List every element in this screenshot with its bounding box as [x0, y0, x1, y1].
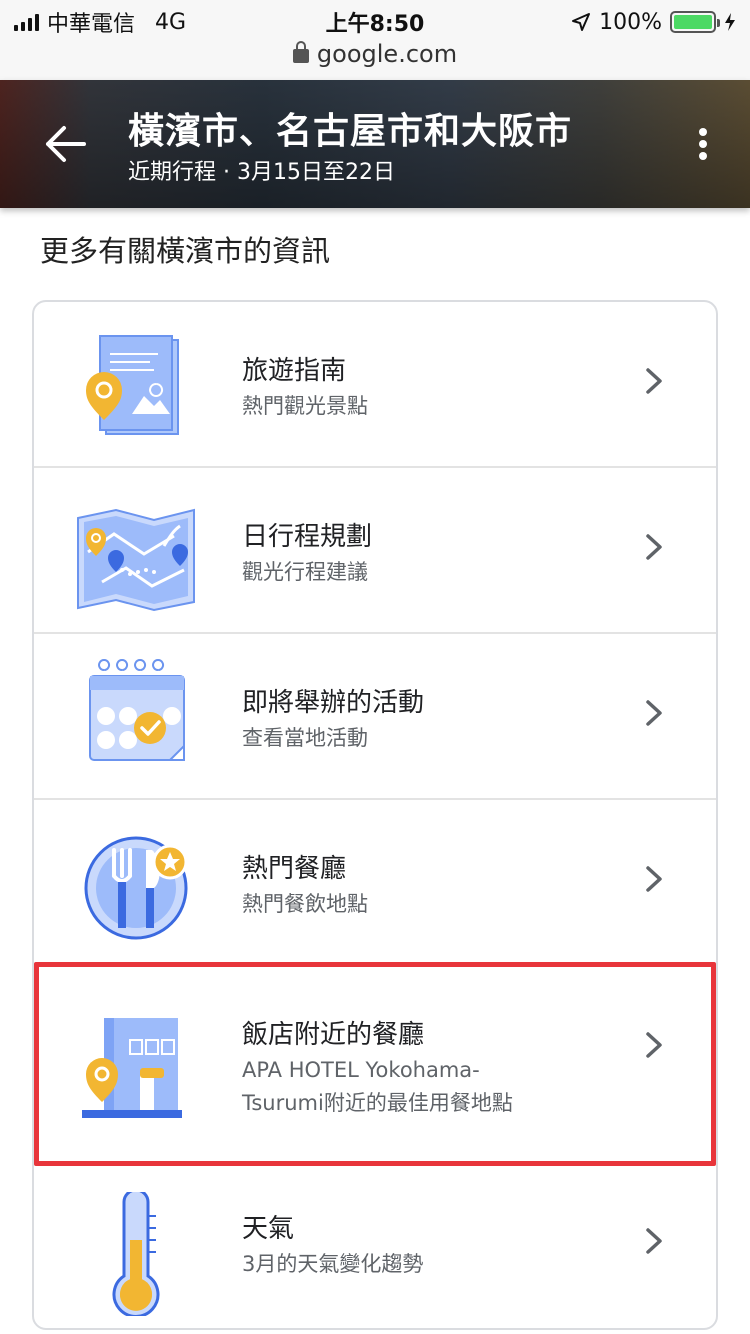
- lock-icon: [292, 41, 309, 63]
- map-icon: [77, 508, 195, 612]
- list-item-day-plans[interactable]: 日行程規劃 觀光行程建議: [34, 468, 716, 634]
- item-title: 即將舉辦的活動: [242, 688, 425, 718]
- item-title: 飯店附近的餐廳: [242, 1020, 425, 1050]
- item-subtitle: 熱門餐飲地點: [242, 892, 368, 916]
- chevron-right-icon: [646, 866, 662, 892]
- travel-guide-icon: [86, 335, 179, 435]
- status-right: 100%: [571, 8, 736, 36]
- list-item-weather[interactable]: 天氣 3月的天氣變化趨勢: [34, 1164, 716, 1330]
- item-subtitle: 3月的天氣變化趨勢: [242, 1252, 424, 1276]
- trip-title: 橫濱市、名古屋市和大阪市: [128, 111, 573, 152]
- item-subtitle: 觀光行程建議: [242, 560, 368, 584]
- chevron-right-icon: [646, 700, 662, 726]
- chevron-right-icon: [646, 368, 662, 394]
- hotel-icon: [82, 1018, 182, 1118]
- restaurant-icon: [84, 836, 188, 940]
- battery-icon: [670, 11, 720, 33]
- item-title: 熱門餐廳: [242, 854, 347, 884]
- item-subtitle-line2: Tsurumi附近的最佳用餐地點: [242, 1091, 513, 1115]
- chevron-right-icon: [646, 1228, 662, 1254]
- list-item-top-restaurants[interactable]: 熱門餐廳 熱門餐飲地點: [34, 800, 716, 966]
- item-subtitle: APA HOTEL Yokohama- Tsurumi附近的最佳用餐地點: [242, 1054, 642, 1120]
- item-subtitle-line1: APA HOTEL Yokohama-: [242, 1058, 480, 1082]
- url-text: google.com: [316, 40, 458, 68]
- location-arrow-icon: [572, 13, 591, 31]
- item-title: 旅遊指南: [242, 356, 347, 386]
- trip-header: 橫濱市、名古屋市和大阪市 近期行程 · 3月15日至22日: [0, 80, 750, 208]
- thermometer-icon: [112, 1192, 160, 1316]
- info-card: 旅遊指南 熱門觀光景點 日行程規劃 觀光行程建議 即將舉辦的活動 查看當地活動 …: [32, 300, 718, 1330]
- back-arrow-icon[interactable]: [40, 122, 90, 166]
- chevron-right-icon: [646, 534, 662, 560]
- battery-percent: 100%: [599, 9, 662, 35]
- section-title: 更多有關橫濱市的資訊: [40, 234, 331, 268]
- more-options-icon[interactable]: [690, 124, 716, 164]
- item-title: 日行程規劃: [242, 522, 373, 552]
- address-bar[interactable]: google.com: [0, 40, 750, 68]
- list-item-restaurants-near-hotel[interactable]: 飯店附近的餐廳 APA HOTEL Yokohama- Tsurumi附近的最佳…: [34, 966, 716, 1164]
- list-item-upcoming-events[interactable]: 即將舉辦的活動 查看當地活動: [34, 634, 716, 800]
- trip-subtitle: 近期行程 · 3月15日至22日: [128, 160, 395, 185]
- chevron-right-icon: [646, 1032, 662, 1058]
- calendar-icon: [89, 659, 185, 761]
- status-bar: 中華電信 4G 上午8:50 100% google.com: [0, 0, 750, 80]
- item-title: 天氣: [242, 1214, 295, 1244]
- charging-icon: [725, 13, 735, 31]
- item-subtitle: 查看當地活動: [242, 726, 368, 750]
- item-subtitle: 熱門觀光景點: [242, 394, 368, 418]
- list-item-travel-guide[interactable]: 旅遊指南 熱門觀光景點: [34, 302, 716, 468]
